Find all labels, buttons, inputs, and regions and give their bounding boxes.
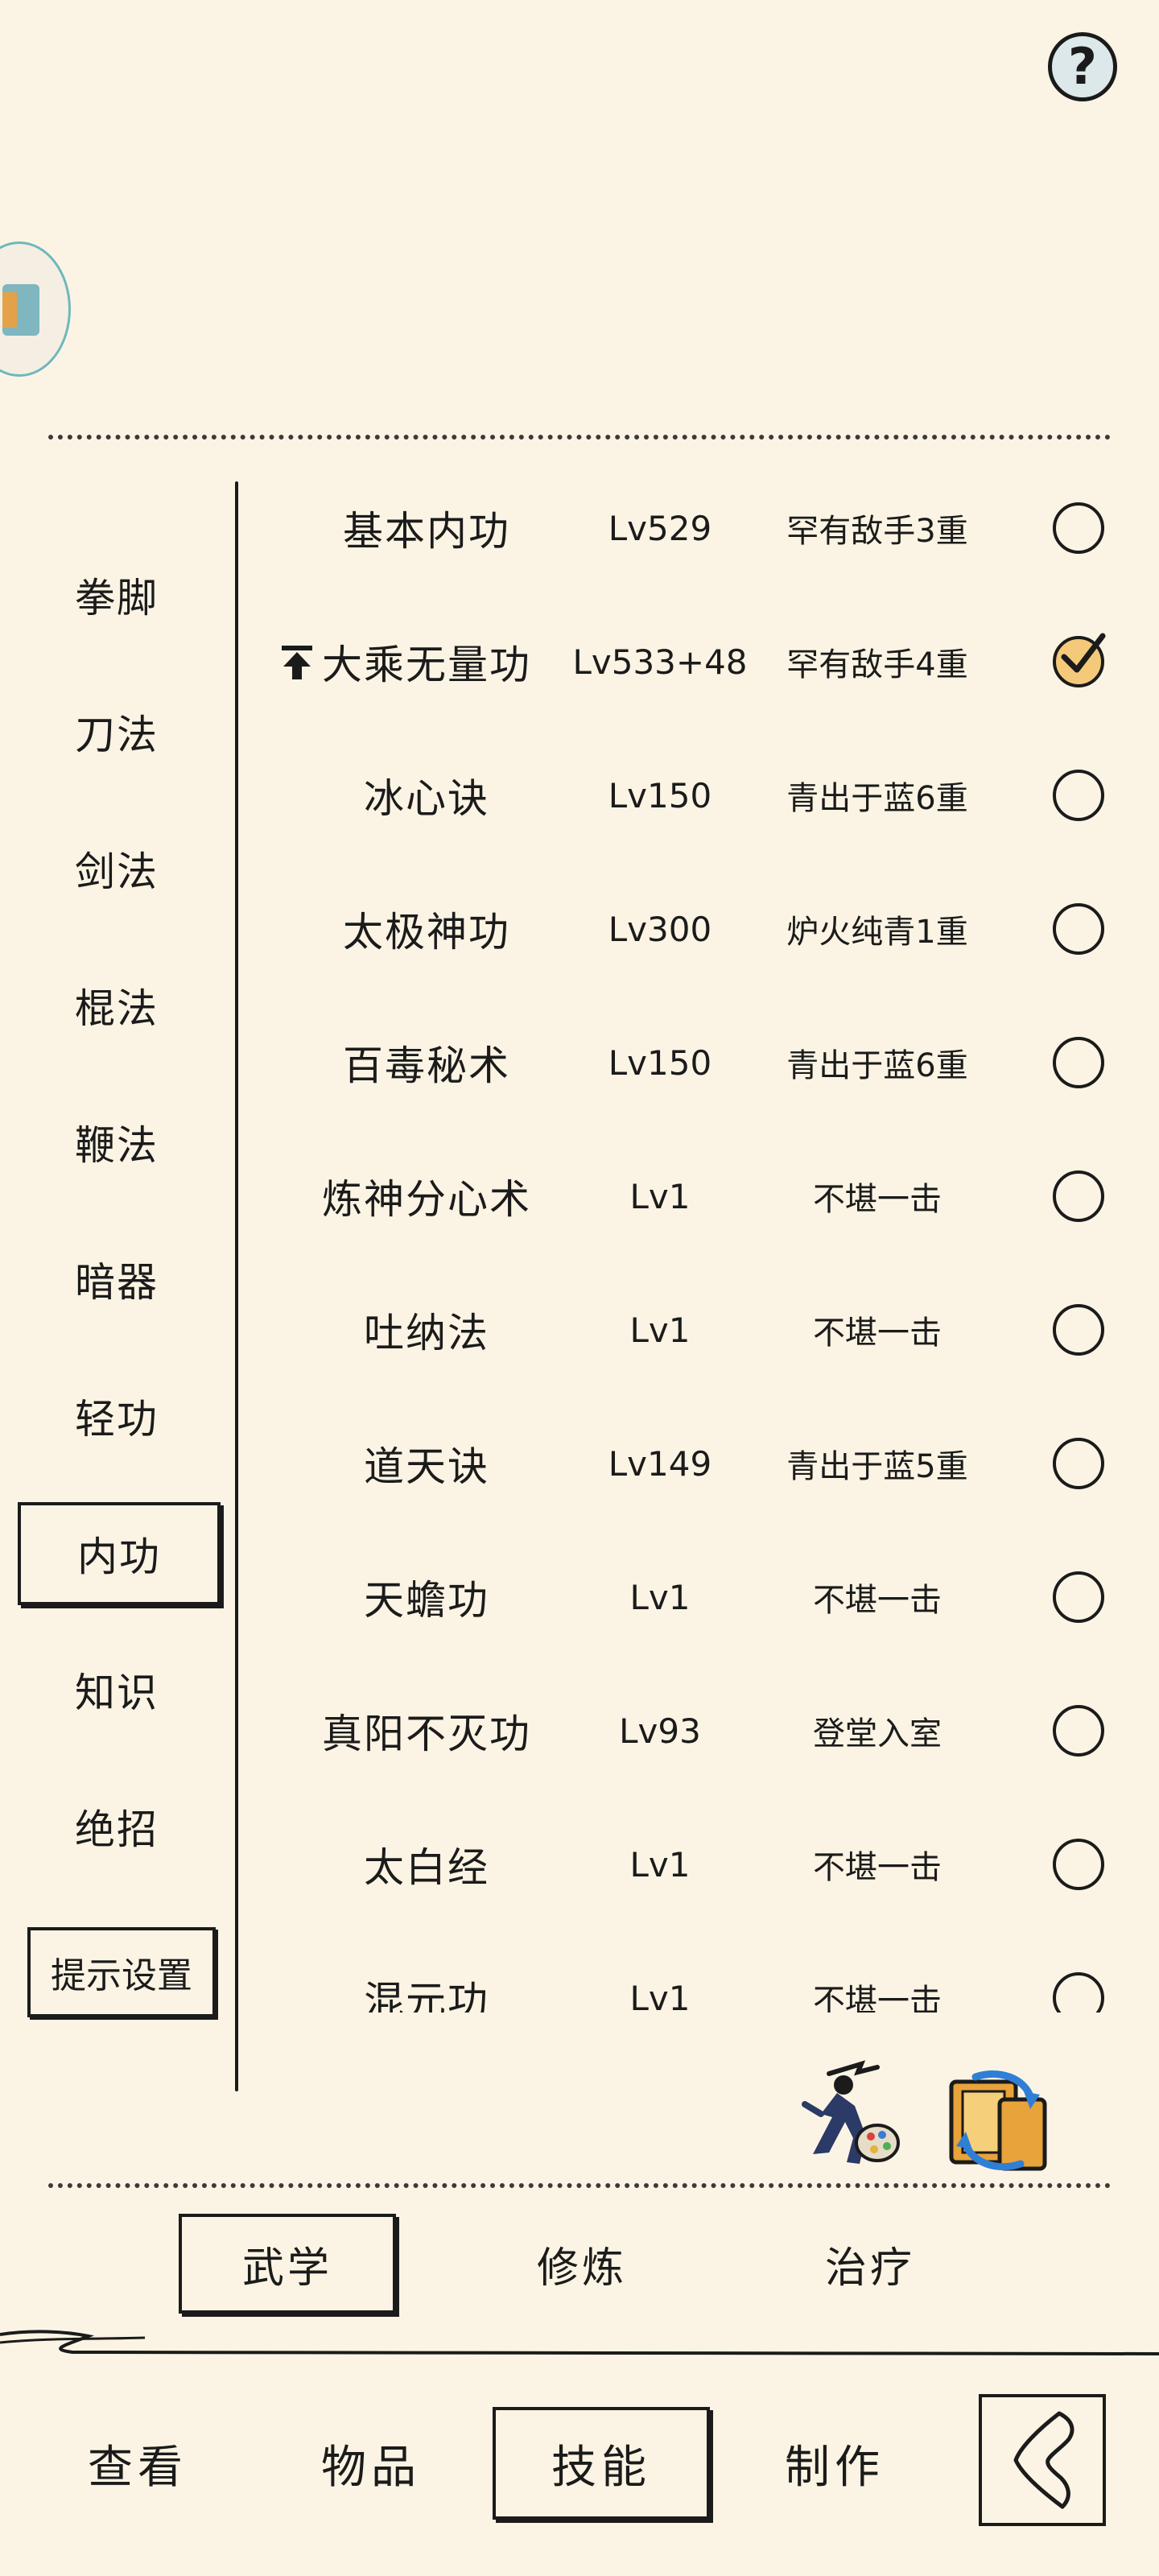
skill-radio[interactable] bbox=[1053, 1304, 1104, 1356]
skill-radio[interactable] bbox=[1053, 1571, 1104, 1623]
category-juezhao[interactable]: 绝招 bbox=[24, 1782, 209, 1871]
skill-radio[interactable] bbox=[1053, 1705, 1104, 1757]
skill-name: 大乘无量功 bbox=[322, 642, 531, 688]
skill-name: 百毒秘术 bbox=[343, 1042, 510, 1089]
skill-name: 太极神功 bbox=[343, 909, 510, 956]
skill-row[interactable]: 百毒秘术 Lv150 青出于蓝6重 bbox=[274, 1006, 1127, 1119]
skill-radio[interactable] bbox=[1053, 1839, 1104, 1890]
back-chevron-icon bbox=[1013, 2411, 1074, 2509]
skill-row[interactable]: 天蟾功 Lv1 不堪一击 bbox=[274, 1541, 1127, 1653]
category-jianfa[interactable]: 剑法 bbox=[24, 824, 209, 913]
skill-radio[interactable] bbox=[1053, 903, 1104, 955]
skill-level: Lv1 bbox=[629, 1176, 691, 1216]
category-bianfa[interactable]: 鞭法 bbox=[24, 1098, 209, 1187]
skill-row[interactable]: 吐纳法 Lv1 不堪一击 bbox=[274, 1274, 1127, 1386]
scroll-swap-icon[interactable] bbox=[943, 2067, 1053, 2174]
category-anqi[interactable]: 暗器 bbox=[24, 1235, 209, 1323]
skill-level: Lv93 bbox=[619, 1711, 701, 1751]
skill-level: Lv149 bbox=[608, 1443, 712, 1484]
skill-row[interactable]: 太极神功 Lv300 炉火纯青1重 bbox=[274, 873, 1127, 985]
subtab-wuxue[interactable]: 武学 bbox=[179, 2214, 396, 2314]
skill-rank: 青出于蓝5重 bbox=[786, 1448, 968, 1485]
skill-level: Lv300 bbox=[608, 909, 712, 949]
category-quanjiao[interactable]: 拳脚 bbox=[24, 551, 209, 639]
bottom-divider bbox=[48, 2183, 1111, 2188]
skill-name: 冰心诀 bbox=[364, 775, 489, 822]
skill-row[interactable]: 大乘无量功 Lv533+48 罕有敌手4重 bbox=[274, 605, 1127, 718]
skill-radio[interactable] bbox=[1053, 1972, 1104, 2013]
skill-level: Lv533+48 bbox=[572, 642, 748, 682]
skill-radio[interactable] bbox=[1053, 502, 1104, 554]
skill-radio[interactable] bbox=[1053, 770, 1104, 821]
skill-rank: 罕有敌手3重 bbox=[786, 513, 968, 550]
painter-character-icon[interactable] bbox=[797, 2058, 901, 2170]
subtab-xiulian[interactable]: 修炼 bbox=[473, 2214, 691, 2314]
nav-jineng[interactable]: 技能 bbox=[493, 2407, 710, 2520]
skill-name: 真阳不灭功 bbox=[322, 1711, 531, 1757]
skill-rank: 不堪一击 bbox=[813, 1582, 942, 1619]
skill-rank: 青出于蓝6重 bbox=[786, 1047, 968, 1084]
skill-rank: 炉火纯青1重 bbox=[786, 914, 968, 951]
skill-rank: 不堪一击 bbox=[813, 1181, 942, 1218]
skill-row[interactable]: 混元功 Lv1 不堪一击 bbox=[274, 1942, 1127, 2013]
skill-row[interactable]: 基本内功 Lv529 罕有敌手3重 bbox=[274, 472, 1127, 584]
ink-divider bbox=[0, 2330, 1159, 2355]
skill-row[interactable]: 炼神分心术 Lv1 不堪一击 bbox=[274, 1140, 1127, 1253]
checkmark-icon bbox=[1061, 633, 1106, 673]
back-button[interactable] bbox=[979, 2394, 1106, 2526]
skill-rank: 青出于蓝6重 bbox=[786, 780, 968, 817]
nav-wupin[interactable]: 物品 bbox=[262, 2407, 480, 2520]
hint-settings-button[interactable]: 提示设置 bbox=[27, 1927, 216, 2017]
skill-radio[interactable] bbox=[1053, 1170, 1104, 1222]
skill-radio[interactable] bbox=[1053, 633, 1106, 687]
skill-radio[interactable] bbox=[1053, 1438, 1104, 1489]
skill-rank: 不堪一击 bbox=[813, 1983, 942, 2013]
help-button[interactable]: ? bbox=[1048, 32, 1117, 101]
skill-level: Lv1 bbox=[629, 1310, 691, 1350]
nav-zhizuo[interactable]: 制作 bbox=[726, 2407, 943, 2520]
skill-name: 基本内功 bbox=[343, 508, 510, 555]
skill-radio[interactable] bbox=[1053, 1037, 1104, 1088]
skill-name: 混元功 bbox=[364, 1978, 489, 2013]
skill-row[interactable]: 太白经 Lv1 不堪一击 bbox=[274, 1808, 1127, 1921]
skill-rank: 罕有敌手4重 bbox=[786, 646, 968, 683]
skill-rank: 不堪一击 bbox=[813, 1849, 942, 1886]
category-zhishi[interactable]: 知识 bbox=[24, 1645, 209, 1734]
skill-rank: 登堂入室 bbox=[813, 1715, 942, 1752]
skill-level: Lv150 bbox=[608, 1042, 712, 1083]
column-divider bbox=[235, 481, 238, 2091]
skill-row[interactable]: 冰心诀 Lv150 青出于蓝6重 bbox=[274, 739, 1127, 852]
skill-name: 天蟾功 bbox=[364, 1577, 489, 1624]
skill-name: 道天诀 bbox=[364, 1443, 489, 1490]
skill-row[interactable]: 道天诀 Lv149 青出于蓝5重 bbox=[274, 1407, 1127, 1520]
skill-level: Lv1 bbox=[629, 1978, 691, 2013]
top-divider bbox=[48, 435, 1111, 440]
category-qinggong[interactable]: 轻功 bbox=[24, 1372, 209, 1460]
skill-level: Lv529 bbox=[608, 508, 712, 548]
nav-chakan[interactable]: 查看 bbox=[29, 2407, 246, 2520]
skill-rank: 不堪一击 bbox=[813, 1315, 942, 1352]
skill-level: Lv150 bbox=[608, 775, 712, 815]
skill-row[interactable]: 真阳不灭功 Lv93 登堂入室 bbox=[274, 1674, 1127, 1787]
skill-level: Lv1 bbox=[629, 1577, 691, 1617]
category-neigong[interactable]: 内功 bbox=[18, 1502, 221, 1605]
skill-name: 炼神分心术 bbox=[322, 1176, 531, 1223]
floating-badge-icon[interactable] bbox=[0, 242, 71, 377]
skill-name: 太白经 bbox=[364, 1844, 489, 1891]
category-daofa[interactable]: 刀法 bbox=[24, 687, 209, 776]
skill-name: 吐纳法 bbox=[364, 1310, 489, 1356]
skill-level: Lv1 bbox=[629, 1844, 691, 1885]
category-gunfa[interactable]: 棍法 bbox=[24, 961, 209, 1050]
question-mark-icon: ? bbox=[1068, 37, 1097, 96]
subtab-zhiliao[interactable]: 治疗 bbox=[761, 2214, 979, 2314]
